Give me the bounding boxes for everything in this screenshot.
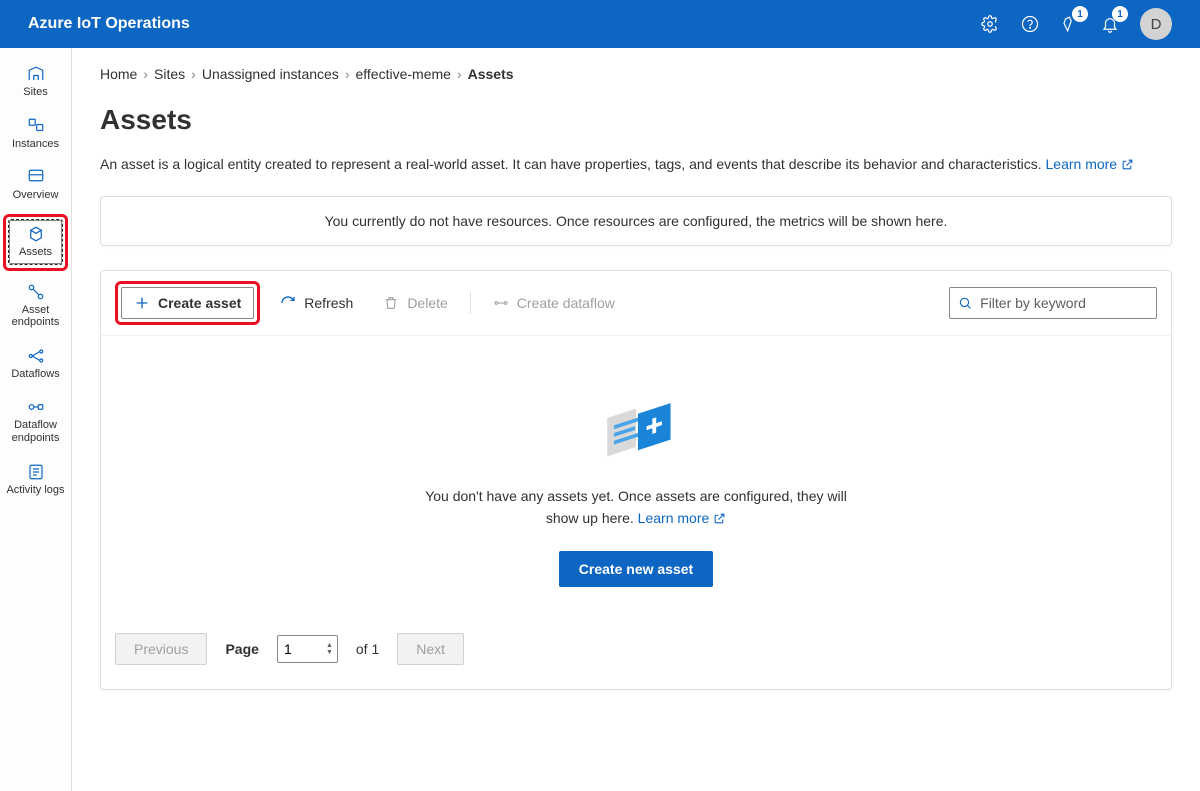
assets-panel: Create asset Refresh Delete Create dataf… [100, 270, 1172, 690]
sidebar-item-label: Assets [19, 246, 52, 259]
plus-icon [134, 295, 150, 311]
empty-state: You don't have any assets yet. Once asse… [101, 336, 1171, 621]
crumb-instance[interactable]: effective-meme [355, 66, 450, 82]
filter-search[interactable] [949, 287, 1157, 319]
help-icon [1021, 15, 1039, 33]
sidebar-item-label: Dataflows [11, 368, 59, 381]
search-icon [958, 295, 972, 311]
dataflow-icon [493, 295, 509, 311]
sidebar-item-asset-endpoints[interactable]: Asset endpoints [0, 276, 71, 336]
sidebar-item-label: Overview [13, 189, 59, 202]
assets-icon [26, 225, 46, 243]
dataflows-icon [26, 347, 46, 365]
app-header: Azure IoT Operations 1 1 D [0, 0, 1200, 48]
sidebar-item-label: Instances [12, 138, 59, 151]
activity-logs-icon [26, 463, 46, 481]
empty-learn-more[interactable]: Learn more [638, 510, 726, 526]
delete-button: Delete [373, 287, 457, 319]
sites-icon [26, 65, 46, 83]
page-spinner[interactable]: ▲▼ [324, 642, 335, 656]
gear-icon [981, 15, 999, 33]
sidebar-item-dataflows[interactable]: Dataflows [0, 340, 71, 388]
crumb-unassigned[interactable]: Unassigned instances [202, 66, 339, 82]
sidebar-item-activity-logs[interactable]: Activity logs [0, 456, 71, 504]
sidebar-item-label: Activity logs [6, 484, 64, 497]
main-content: Home› Sites› Unassigned instances› effec… [72, 48, 1200, 791]
external-link-icon [1121, 158, 1134, 171]
empty-message: You don't have any assets yet. Once asse… [421, 486, 851, 529]
sidebar-item-sites[interactable]: Sites [0, 58, 71, 106]
create-dataflow-button: Create dataflow [483, 287, 625, 319]
sidebar-item-label: Asset endpoints [2, 304, 69, 329]
create-asset-button[interactable]: Create asset [121, 287, 254, 319]
page-label: Page [225, 641, 258, 657]
sidebar-item-label: Dataflow endpoints [2, 419, 69, 444]
help-button[interactable] [1010, 0, 1050, 48]
breadcrumb: Home› Sites› Unassigned instances› effec… [100, 66, 1172, 82]
page-input[interactable] [284, 641, 324, 657]
refresh-icon [280, 295, 296, 311]
badge: 1 [1112, 6, 1128, 22]
sidebar-item-label: Sites [23, 86, 47, 99]
empty-illustration [588, 384, 684, 474]
sidebar-item-assets[interactable]: Assets [8, 219, 63, 265]
create-asset-highlight: Create asset [115, 281, 260, 325]
no-resources-notice: You currently do not have resources. Onc… [100, 196, 1172, 246]
crumb-current: Assets [468, 66, 514, 82]
notifications-button[interactable]: 1 [1090, 0, 1130, 48]
sidebar-item-instances[interactable]: Instances [0, 110, 71, 158]
pager: Previous Page ▲▼ of 1 Next [101, 621, 1171, 689]
badge: 1 [1072, 6, 1088, 22]
sidebar-item-overview[interactable]: Overview [0, 161, 71, 209]
filter-input[interactable] [980, 295, 1148, 311]
prev-button: Previous [115, 633, 207, 665]
next-button: Next [397, 633, 464, 665]
page-of: of 1 [356, 641, 379, 657]
sidebar-item-dataflow-endpoints[interactable]: Dataflow endpoints [0, 391, 71, 451]
learn-more-link[interactable]: Learn more [1046, 156, 1134, 172]
page-title: Assets [100, 104, 1172, 136]
user-avatar[interactable]: D [1140, 8, 1172, 40]
instances-icon [26, 117, 46, 135]
toolbar: Create asset Refresh Delete Create dataf… [101, 271, 1171, 336]
refresh-button[interactable]: Refresh [270, 287, 363, 319]
trash-icon [383, 295, 399, 311]
quickstart-button[interactable]: 1 [1050, 0, 1090, 48]
sidebar-highlight: Assets [3, 214, 68, 271]
settings-button[interactable] [970, 0, 1010, 48]
asset-endpoints-icon [26, 283, 46, 301]
product-name: Azure IoT Operations [28, 15, 970, 33]
page-input-wrap[interactable]: ▲▼ [277, 635, 338, 663]
page-description: An asset is a logical entity created to … [100, 156, 1172, 172]
sidebar: Sites Instances Overview Assets Asset en… [0, 48, 72, 791]
crumb-sites[interactable]: Sites [154, 66, 185, 82]
create-new-asset-button[interactable]: Create new asset [559, 551, 713, 587]
dataflow-endpoints-icon [26, 398, 46, 416]
external-link-icon [713, 512, 726, 525]
overview-icon [26, 168, 46, 186]
crumb-home[interactable]: Home [100, 66, 137, 82]
